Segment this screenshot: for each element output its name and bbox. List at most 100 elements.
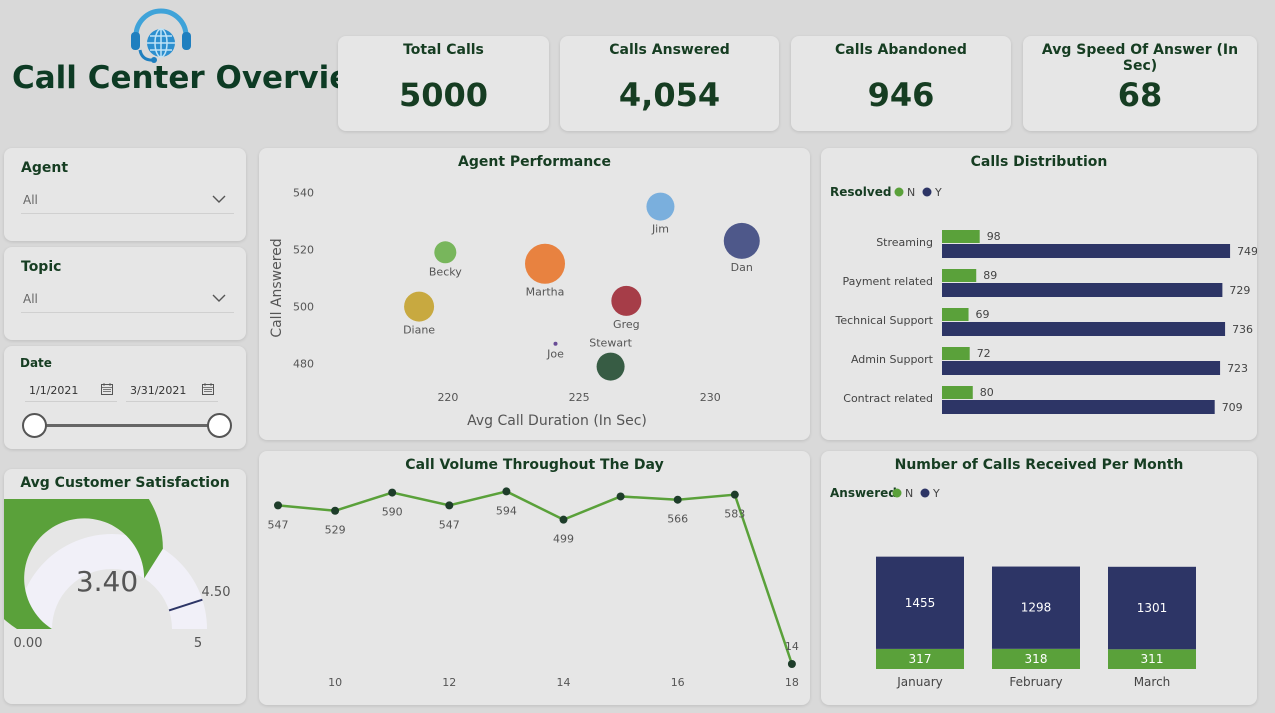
agent-label: Martha <box>526 286 565 299</box>
calls-distribution-chart: Resolved N Y Streaming 98 749 Payment related 8… <box>830 185 1257 414</box>
bar-label-y: 709 <box>1222 401 1243 414</box>
category-label: February <box>1009 675 1062 689</box>
agent-slicer-label: Agent <box>21 160 69 176</box>
kpi-calls-abandoned: Calls Abandoned 946 <box>791 36 1011 131</box>
chevron-down-icon <box>212 294 226 302</box>
segment-label-y: 1455 <box>905 596 936 610</box>
call-volume-point[interactable] <box>616 492 625 501</box>
page-title: Call Center Overview <box>12 60 379 96</box>
satisfaction-gauge: 3.40 0.00 5 4.50 <box>4 499 231 651</box>
data-label: 583 <box>724 508 745 521</box>
data-label: 14 <box>785 640 799 653</box>
agent-bubble-greg[interactable] <box>611 285 642 316</box>
kpi-value: 4,054 <box>618 76 721 114</box>
call-volume-point[interactable] <box>388 488 397 497</box>
call-volume-chart: 547 529 590 547 594 499 566 583 14 10 12 14 16 18 <box>268 487 799 689</box>
calls-per-month-chart: Answered N Y 317 1455 January 318 1298 February 3… <box>830 486 1196 689</box>
topic-slicer-label: Topic <box>21 259 62 275</box>
segment-label-n: 311 <box>1141 652 1164 666</box>
legend-swatch <box>894 187 904 197</box>
agent-bubble-stewart[interactable] <box>596 352 625 381</box>
call-volume-point[interactable] <box>331 506 340 515</box>
bar-y[interactable] <box>942 322 1226 336</box>
agent-bubble-dan[interactable] <box>723 222 760 259</box>
agent-label: Greg <box>613 318 640 331</box>
bar-n[interactable] <box>942 347 970 360</box>
category-label: Payment related <box>842 275 933 288</box>
bar-y[interactable] <box>942 361 1221 375</box>
date-range-start-handle[interactable] <box>22 413 47 438</box>
agent-performance-scatter: 540 520 500 480 220 225 230 Avg Call Duration (… <box>269 186 760 429</box>
kpi-avg-speed: Avg Speed Of Answer (In Sec) 68 <box>1023 36 1257 131</box>
bar-label-n: 72 <box>977 347 991 360</box>
date-range-track <box>35 424 221 427</box>
bar-y[interactable] <box>942 244 1231 258</box>
segment-label-n: 317 <box>909 652 932 666</box>
category-label: Technical Support <box>835 314 934 327</box>
call-volume-point[interactable] <box>445 501 454 510</box>
x-tick-label: 225 <box>569 391 590 404</box>
satisfaction-gauge-card: Avg Customer Satisfaction 3.40 0.00 5 4.… <box>4 469 246 704</box>
kpi-value: 5000 <box>398 76 489 114</box>
call-volume-card: Call Volume Throughout The Day 547 529 590… <box>259 451 810 705</box>
x-tick-label: 10 <box>328 676 342 689</box>
legend-title: Resolved <box>830 185 891 199</box>
agent-bubble-jim[interactable] <box>646 192 675 221</box>
x-tick-label: 12 <box>442 676 456 689</box>
headset-globe-icon <box>131 8 191 63</box>
gauge-max-label: 5 <box>194 636 202 651</box>
data-label: 499 <box>553 533 574 546</box>
kpi-label: Total Calls <box>403 42 484 58</box>
calendar-icon[interactable] <box>101 383 113 395</box>
agent-bubble-martha[interactable] <box>525 243 566 284</box>
x-tick-label: 230 <box>700 391 721 404</box>
bar-n[interactable] <box>942 230 980 243</box>
y-tick-label: 540 <box>293 186 314 199</box>
date-slicer: Date 1/1/2021 3/31/2021 <box>4 346 246 449</box>
legend-swatch <box>920 488 930 498</box>
kpi-value: 946 <box>867 76 935 114</box>
calendar-icon[interactable] <box>202 383 214 395</box>
kpi-label: Calls Answered <box>609 42 730 58</box>
chevron-down-icon <box>212 195 226 203</box>
x-tick-label: 16 <box>671 676 685 689</box>
topic-dropdown[interactable]: All <box>21 287 234 313</box>
bar-label-y: 749 <box>1237 245 1257 258</box>
end-date-input[interactable]: 3/31/2021 <box>126 378 218 402</box>
call-volume-point[interactable] <box>274 501 282 510</box>
agent-bubble-diane[interactable] <box>404 291 435 322</box>
date-slicer-label: Date <box>20 356 52 370</box>
bar-label-n: 80 <box>980 386 994 399</box>
call-volume-point[interactable] <box>559 515 568 524</box>
y-tick-label: 520 <box>293 243 314 256</box>
gauge-min-label: 0.00 <box>14 636 43 651</box>
call-volume-point[interactable] <box>502 487 511 496</box>
bar-n[interactable] <box>942 308 969 321</box>
bar-n[interactable] <box>942 386 973 399</box>
bar-label-n: 69 <box>976 308 990 321</box>
gauge-target-label: 4.50 <box>202 585 231 600</box>
call-volume-point[interactable] <box>730 490 739 499</box>
agent-bubble-becky[interactable] <box>434 241 457 264</box>
bar-label-n: 89 <box>983 269 997 282</box>
legend-item: N <box>905 487 913 500</box>
legend-swatch <box>922 187 932 197</box>
agent-performance-card: Agent Performance 540 520 500 480 220 225 230 A… <box>259 148 810 440</box>
end-date-value: 3/31/2021 <box>130 384 187 397</box>
bar-label-y: 736 <box>1232 323 1253 336</box>
legend-title: Answered <box>830 486 897 500</box>
call-volume-point[interactable] <box>673 495 682 504</box>
legend-swatch <box>892 488 902 498</box>
bar-y[interactable] <box>942 283 1223 297</box>
x-tick-label: 14 <box>557 676 571 689</box>
start-date-input[interactable]: 1/1/2021 <box>25 378 117 402</box>
call-volume-point[interactable] <box>787 660 796 668</box>
x-tick-label: 220 <box>437 391 458 404</box>
agent-dropdown[interactable]: All <box>21 188 234 214</box>
agent-bubble-joe[interactable] <box>553 341 558 346</box>
date-range-end-handle[interactable] <box>207 413 232 438</box>
calls-per-month-card: Number of Calls Received Per Month Answe… <box>821 451 1257 705</box>
bar-n[interactable] <box>942 269 977 282</box>
bar-y[interactable] <box>942 400 1215 414</box>
x-tick-label: 18 <box>785 676 799 689</box>
